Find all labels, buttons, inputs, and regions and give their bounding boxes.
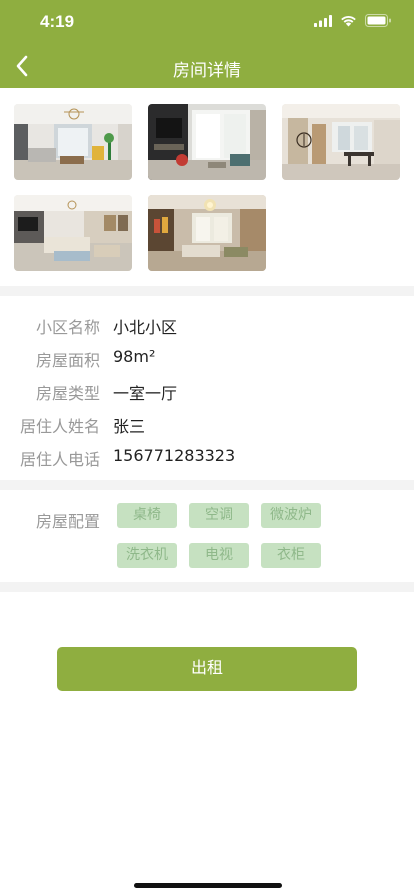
house-config: 房屋配置 桌椅 空调 微波炉 洗衣机 电视 衣柜 [0,490,414,582]
info-label: 小区名称 [35,318,100,337]
page-title: 房间详情 [173,61,241,81]
section-separator [0,480,414,490]
config-tag: 桌椅 [117,503,177,528]
info-value: 张三 [113,417,146,436]
config-tag: 空调 [189,503,249,528]
info-label: 居住人姓名 [19,417,100,436]
info-row-area: 房屋面积 98m² [0,339,414,372]
status-icons [314,14,392,27]
info-row-community: 小区名称 小北小区 [0,306,414,339]
section-separator [0,582,414,592]
battery-icon [365,14,391,27]
rent-button[interactable]: 出租 [57,647,357,691]
status-time: 4:19 [40,12,75,31]
dining-area-photo[interactable] [282,104,400,180]
tv-wall-photo[interactable] [148,104,266,180]
info-row-resident-name: 居住人姓名 张三 [0,405,414,438]
config-tag: 衣柜 [261,543,321,568]
info-value: 小北小区 [113,318,178,337]
info-label: 居住人电话 [19,450,100,469]
status-bar: 4:19 [0,0,414,44]
cellular-signal-icon [314,14,332,27]
info-row-resident-phone: 居住人电话 156771283323 [0,438,414,471]
house-info: 小区名称 小北小区 房屋面积 98m² 房屋类型 一室一厅 居住人姓名 张三 居… [0,296,414,480]
section-separator [0,286,414,296]
config-label: 房屋配置 [35,512,100,531]
config-tag: 微波炉 [261,503,321,528]
photo-gallery [0,88,414,286]
header: 4:19 房间详情 [0,0,414,88]
info-value: 156771283323 [113,446,236,465]
living-room-chandelier-photo[interactable] [148,195,266,271]
info-label: 房屋类型 [35,384,100,403]
config-tag: 电视 [189,543,249,568]
wifi-icon [341,15,356,26]
living-room-wide-photo[interactable] [14,195,132,271]
home-indicator [134,883,282,888]
info-label: 房屋面积 [35,351,100,370]
config-tag: 洗衣机 [117,543,177,568]
info-value: 98m² [113,347,156,366]
info-value: 一室一厅 [113,384,178,403]
living-room-photo[interactable] [14,104,132,180]
info-row-type: 房屋类型 一室一厅 [0,372,414,405]
nav-bar: 房间详情 [0,44,414,88]
